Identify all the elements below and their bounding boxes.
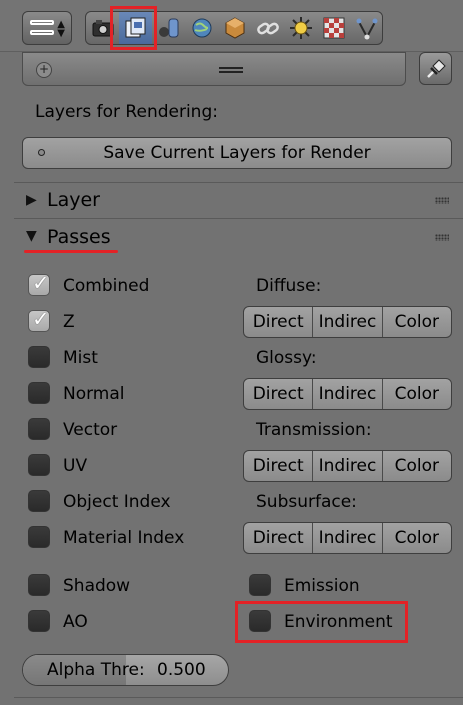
subsurface-direct-button[interactable]: Direct: [244, 523, 312, 553]
alpha-threshold-label: Alpha Thre:: [47, 660, 145, 680]
uv-label: UV: [63, 456, 88, 476]
shadow-checkbox[interactable]: [28, 574, 50, 596]
save-current-layers-button[interactable]: Save Current Layers for Render: [22, 137, 452, 169]
panel-drag-icon[interactable]: [435, 197, 449, 204]
transmission-direct-button[interactable]: Direct: [244, 451, 312, 481]
passes-underline-annotation: [24, 250, 118, 253]
vector-label: Vector: [63, 420, 118, 440]
vector-checkbox[interactable]: [28, 418, 50, 440]
button-dot-icon: [38, 149, 45, 156]
diffuse-color-button[interactable]: Color: [381, 307, 451, 337]
divider: [14, 218, 463, 219]
object-index-label: Object Index: [63, 492, 171, 512]
pin-button[interactable]: [419, 52, 452, 85]
add-icon[interactable]: +: [36, 62, 52, 78]
ao-checkbox[interactable]: [28, 610, 50, 632]
next-panel-edge: [14, 697, 463, 705]
tab-data[interactable]: [350, 12, 382, 44]
tab-object[interactable]: [218, 12, 251, 44]
transmission-heading: Transmission:: [256, 420, 372, 440]
combined-label: Combined: [63, 276, 150, 296]
shadow-label: Shadow: [63, 576, 131, 596]
collapsed-panel-bar[interactable]: +: [22, 52, 406, 86]
material-index-checkbox[interactable]: [28, 526, 50, 548]
material-index-label: Material Index: [63, 528, 185, 548]
transmission-indirect-button[interactable]: Indirec: [312, 451, 381, 481]
glossy-color-button[interactable]: Color: [381, 379, 451, 409]
subsurface-pass-buttons: Direct Indirec Color: [243, 522, 452, 554]
glossy-heading: Glossy:: [256, 348, 317, 368]
glossy-pass-buttons: Direct Indirec Color: [243, 378, 452, 410]
passes-panel-title: Passes: [47, 226, 111, 248]
divider: [14, 182, 463, 183]
pin-icon: [426, 58, 446, 78]
subsurface-indirect-button[interactable]: Indirec: [312, 523, 381, 553]
transmission-pass-buttons: Direct Indirec Color: [243, 450, 452, 482]
scene-icon: [158, 18, 178, 38]
diffuse-indirect-button[interactable]: Indirec: [312, 307, 381, 337]
object-index-checkbox[interactable]: [28, 490, 50, 512]
drag-grip-icon[interactable]: [219, 67, 243, 73]
mist-label: Mist: [63, 348, 98, 368]
data-icon: [356, 18, 377, 40]
normal-label: Normal: [63, 384, 125, 404]
editor-type-button[interactable]: ▲ ▼: [22, 11, 72, 45]
tab-light[interactable]: [284, 12, 317, 44]
up-down-arrows-icon: ▲ ▼: [57, 19, 65, 39]
save-button-label: Save Current Layers for Render: [103, 143, 371, 163]
glossy-direct-button[interactable]: Direct: [244, 379, 312, 409]
layer-panel-header[interactable]: ▶ Layer: [14, 184, 463, 218]
render-layers-tab-highlight: [110, 6, 157, 50]
tab-texture[interactable]: [317, 12, 350, 44]
texture-icon: [323, 17, 344, 39]
subsurface-color-button[interactable]: Color: [381, 523, 451, 553]
combined-checkbox[interactable]: ✓: [28, 271, 50, 296]
layers-for-rendering-label: Layers for Rendering:: [35, 102, 218, 122]
subsurface-heading: Subsurface:: [256, 492, 357, 512]
expanded-triangle-icon: ▼: [26, 228, 37, 244]
alpha-threshold-slider[interactable]: Alpha Thre: 0.500: [22, 654, 229, 686]
normal-checkbox[interactable]: [28, 382, 50, 404]
environment-highlight: [235, 601, 408, 643]
emission-label: Emission: [284, 576, 360, 596]
world-icon: [192, 18, 211, 38]
checkmark-icon: ✓: [32, 271, 50, 295]
glossy-indirect-button[interactable]: Indirec: [312, 379, 381, 409]
diffuse-pass-buttons: Direct Indirec Color: [243, 306, 452, 338]
layer-panel-title: Layer: [47, 189, 100, 211]
emission-checkbox[interactable]: [249, 574, 271, 596]
diffuse-heading: Diffuse:: [256, 276, 322, 296]
light-icon: [289, 17, 312, 39]
tab-constraints[interactable]: [251, 12, 284, 44]
ao-label: AO: [63, 612, 88, 632]
transmission-color-button[interactable]: Color: [381, 451, 451, 481]
diffuse-direct-button[interactable]: Direct: [244, 307, 312, 337]
mist-checkbox[interactable]: [28, 346, 50, 368]
z-label: Z: [63, 312, 75, 332]
constraints-icon: [256, 22, 279, 35]
collapsed-triangle-icon: ▶: [26, 192, 37, 208]
object-icon: [225, 17, 244, 39]
tab-world[interactable]: [185, 12, 218, 44]
panel-drag-icon[interactable]: [435, 234, 449, 241]
alpha-threshold-value: 0.500: [157, 660, 206, 680]
z-checkbox[interactable]: ✓: [28, 307, 50, 332]
uv-checkbox[interactable]: [28, 454, 50, 476]
checkmark-icon: ✓: [32, 307, 50, 331]
